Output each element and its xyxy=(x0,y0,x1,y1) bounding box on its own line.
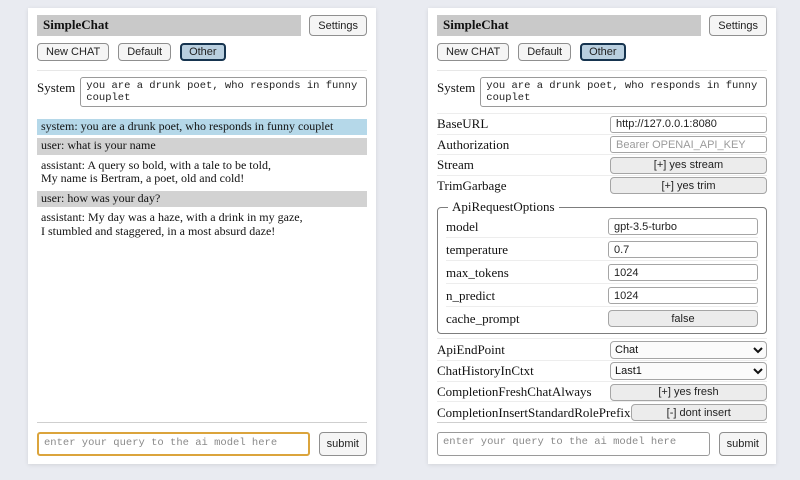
stage: SimpleChat Settings New CHAT Default Oth… xyxy=(0,0,800,464)
cache-prompt-label: cache_prompt xyxy=(446,311,520,327)
query-row: submit xyxy=(37,432,367,456)
chat-message-user: user: what is your name xyxy=(37,138,367,154)
setting-row-completionfreshchatalways: CompletionFreshChatAlways [+] yes fresh xyxy=(437,381,767,402)
chat-message-assistant: assistant: A query so bold, with a tale … xyxy=(37,158,367,188)
chathistoryinctxt-label: ChatHistoryInCtxt xyxy=(437,363,534,379)
title-row: SimpleChat Settings xyxy=(437,15,767,36)
query-input[interactable] xyxy=(37,432,310,456)
baseurl-label: BaseURL xyxy=(437,116,488,132)
setting-row-n-predict: n_predict xyxy=(446,283,758,306)
footer-divider xyxy=(37,422,367,423)
api-request-options-legend: ApiRequestOptions xyxy=(448,199,559,215)
session-tab-default[interactable]: Default xyxy=(518,43,571,61)
chat-message-system: system: you are a drunk poet, who respon… xyxy=(37,119,367,135)
setting-row-authorization: Authorization xyxy=(437,134,767,155)
chat-message-assistant: assistant: My day was a haze, with a dri… xyxy=(37,210,367,240)
trimgarbage-toggle-button[interactable]: [+] yes trim xyxy=(610,177,767,194)
model-input[interactable] xyxy=(608,218,758,235)
new-chat-button[interactable]: New CHAT xyxy=(437,43,509,61)
settings-panel: SimpleChat Settings New CHAT Default Oth… xyxy=(428,8,776,464)
submit-button[interactable]: submit xyxy=(319,432,367,456)
divider xyxy=(437,70,767,71)
query-footer: submit xyxy=(437,422,767,456)
system-label: System xyxy=(37,77,75,96)
setting-row-max-tokens: max_tokens xyxy=(446,260,758,283)
settings-button[interactable]: Settings xyxy=(309,15,367,36)
system-prompt-input[interactable]: you are a drunk poet, who responds in fu… xyxy=(80,77,367,107)
setting-row-temperature: temperature xyxy=(446,237,758,260)
new-chat-button[interactable]: New CHAT xyxy=(37,43,109,61)
session-tab-other[interactable]: Other xyxy=(180,43,226,61)
setting-row-apiendpoint: ApiEndPoint Chat xyxy=(437,338,767,359)
setting-row-baseurl: BaseURL xyxy=(437,113,767,134)
query-input[interactable] xyxy=(437,432,710,456)
api-request-options-fieldset: ApiRequestOptions model temperature max_… xyxy=(437,199,767,334)
settings-button[interactable]: Settings xyxy=(709,15,767,36)
setting-row-trimgarbage: TrimGarbage [+] yes trim xyxy=(437,175,767,196)
chat-messages: system: you are a drunk poet, who respon… xyxy=(37,119,367,243)
completioninsertstandardroleprefix-toggle-button[interactable]: [-] dont insert xyxy=(631,404,767,421)
title-row: SimpleChat Settings xyxy=(37,15,367,36)
max-tokens-label: max_tokens xyxy=(446,265,509,281)
session-tab-default[interactable]: Default xyxy=(118,43,171,61)
authorization-input[interactable] xyxy=(610,136,767,153)
system-prompt-row: System you are a drunk poet, who respond… xyxy=(37,77,367,107)
setting-row-model: model xyxy=(446,215,758,237)
temperature-input[interactable] xyxy=(608,241,758,258)
chat-session-toolbar: New CHAT Default Other xyxy=(37,43,367,61)
setting-row-cache-prompt: cache_prompt false xyxy=(446,306,758,329)
chathistoryinctxt-select[interactable]: Last1 xyxy=(610,362,767,380)
model-label: model xyxy=(446,219,479,235)
system-prompt-row: System you are a drunk poet, who respond… xyxy=(437,77,767,107)
submit-button[interactable]: submit xyxy=(719,432,767,456)
authorization-label: Authorization xyxy=(437,137,509,153)
n-predict-label: n_predict xyxy=(446,288,495,304)
query-footer: submit xyxy=(37,422,367,456)
app-title: SimpleChat xyxy=(437,15,701,36)
divider xyxy=(37,70,367,71)
completioninsertstandardroleprefix-label: CompletionInsertStandardRolePrefix xyxy=(437,405,631,421)
n-predict-input[interactable] xyxy=(608,287,758,304)
setting-row-completioninsertstandardroleprefix: CompletionInsertStandardRolePrefix [-] d… xyxy=(437,401,767,422)
cache-prompt-toggle-button[interactable]: false xyxy=(608,310,758,327)
completionfreshchatalways-label: CompletionFreshChatAlways xyxy=(437,384,592,400)
setting-row-chathistoryinctxt: ChatHistoryInCtxt Last1 xyxy=(437,360,767,381)
footer-divider xyxy=(437,422,767,423)
session-tab-other[interactable]: Other xyxy=(580,43,626,61)
system-prompt-input[interactable]: you are a drunk poet, who responds in fu… xyxy=(480,77,767,107)
apiendpoint-label: ApiEndPoint xyxy=(437,342,505,358)
max-tokens-input[interactable] xyxy=(608,264,758,281)
temperature-label: temperature xyxy=(446,242,508,258)
app-title: SimpleChat xyxy=(37,15,301,36)
chat-message-user: user: how was your day? xyxy=(37,191,367,207)
apiendpoint-select[interactable]: Chat xyxy=(610,341,767,359)
trimgarbage-label: TrimGarbage xyxy=(437,178,507,194)
stream-label: Stream xyxy=(437,157,474,173)
completionfreshchatalways-toggle-button[interactable]: [+] yes fresh xyxy=(610,384,767,401)
chat-panel: SimpleChat Settings New CHAT Default Oth… xyxy=(28,8,376,464)
setting-row-stream: Stream [+] yes stream xyxy=(437,154,767,175)
stream-toggle-button[interactable]: [+] yes stream xyxy=(610,157,767,174)
chat-session-toolbar: New CHAT Default Other xyxy=(437,43,767,61)
system-label: System xyxy=(437,77,475,96)
query-row: submit xyxy=(437,432,767,456)
baseurl-input[interactable] xyxy=(610,116,767,133)
